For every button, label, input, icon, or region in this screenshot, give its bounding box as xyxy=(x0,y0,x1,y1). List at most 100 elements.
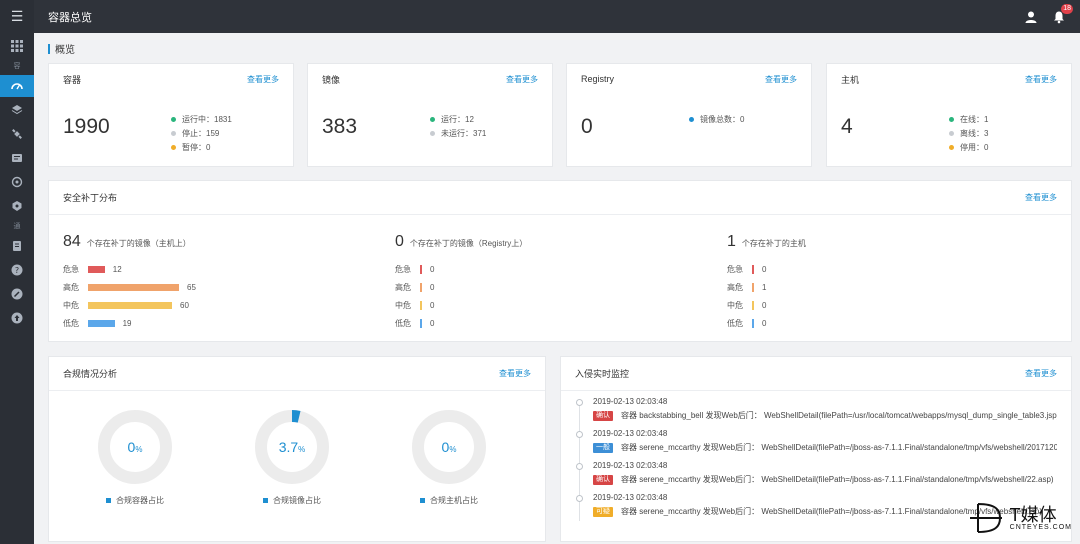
patch-column-registry: 0 个存在补丁的镜像（Registry上） 危急 0 高危 0 中危 0 低危 0 xyxy=(395,233,695,332)
sidebar-item-help[interactable]: ? xyxy=(0,259,34,281)
severity-label: 中危 xyxy=(63,300,79,310)
severity-label: 危急 xyxy=(727,264,743,274)
timeline-event[interactable]: 2019-02-13 02:03:48 一般 容器 serene_mccarthy … xyxy=(575,429,1057,461)
legend-swatch xyxy=(263,498,268,503)
timeline-dot xyxy=(576,399,583,406)
severity-bar xyxy=(420,300,422,310)
sidebar-item-layers[interactable] xyxy=(0,99,34,121)
status-dot xyxy=(689,116,694,122)
stat-list: 运行：12 未运行：371 xyxy=(430,112,486,140)
sidebar-section-label: 通 xyxy=(13,223,21,230)
menu-toggle-icon[interactable]: ☰ xyxy=(0,0,34,33)
view-more-link[interactable]: 查看更多 xyxy=(1025,192,1057,203)
severity-label: 低危 xyxy=(727,318,743,328)
sidebar-item-report[interactable] xyxy=(0,147,34,169)
watermark: T媒体 CNTEYES.COM xyxy=(968,500,1072,536)
stat-label: 暂停：0 xyxy=(182,142,211,152)
sidebar-item-document[interactable] xyxy=(0,235,34,257)
stat-label: 未运行：371 xyxy=(441,128,487,138)
view-more-link[interactable]: 查看更多 xyxy=(506,74,538,85)
help-icon: ? xyxy=(11,264,23,276)
event-message-row: 确认 容器 serene_mccarthy 发现Web后门： WebShellDe… xyxy=(593,474,1057,485)
timeline-event[interactable]: 2019-02-13 02:03:48 确认 容器 backstabbing_bel… xyxy=(575,397,1057,429)
status-dot xyxy=(949,130,954,136)
card-title: Registry xyxy=(581,74,615,84)
donut-value-unit: % xyxy=(298,445,305,454)
patch-row: 低危 19 xyxy=(63,314,363,332)
view-more-link[interactable]: 查看更多 xyxy=(499,368,531,379)
status-dot xyxy=(171,144,176,150)
patch-total: 0 xyxy=(395,233,404,250)
sidebar-item-scan[interactable] xyxy=(0,171,34,193)
notification-bell[interactable]: 18 xyxy=(1052,3,1073,24)
severity-label: 高危 xyxy=(727,282,743,292)
patch-total: 84 xyxy=(63,233,81,250)
event-message: 容器 serene_mccarthy 发现Web后门： WebShellDeta… xyxy=(621,475,1054,484)
view-more-link[interactable]: 查看更多 xyxy=(247,74,279,85)
view-more-link[interactable]: 查看更多 xyxy=(1025,74,1057,85)
stat-list: 镜像总数：0 xyxy=(689,112,744,126)
card-value: 4 xyxy=(841,115,853,138)
card-title: 主机 xyxy=(841,74,860,85)
sidebar-item-dashboard[interactable] xyxy=(0,75,34,97)
event-message-row: 确认 容器 backstabbing_bell 发现Web后门： WebShell… xyxy=(593,410,1057,421)
stat-label: 在线：1 xyxy=(960,114,989,124)
view-more-link[interactable]: 查看更多 xyxy=(765,74,797,85)
stat-list: 运行中：1831 停止：159 暂停：0 xyxy=(171,112,232,154)
patch-row: 中危 60 xyxy=(63,296,363,314)
patch-column-images-hosts: 84 个存在补丁的镜像（主机上） 危急 12 高危 65 中危 60 低危 19 xyxy=(63,233,363,332)
donut-chart: 3.7% xyxy=(255,410,329,484)
severity-tag: 确认 xyxy=(593,410,613,421)
donut-host-compliance: 0% 合规主机占比 xyxy=(409,409,489,506)
view-more-link[interactable]: 查看更多 xyxy=(1025,368,1057,379)
severity-count: 65 xyxy=(187,282,196,292)
donut-value-unit: % xyxy=(449,445,456,454)
patch-description: 个存在补丁的镜像（主机上） xyxy=(86,239,191,248)
severity-count: 0 xyxy=(430,264,435,274)
card-title: 镜像 xyxy=(322,74,341,85)
donut-label-text: 合规主机占比 xyxy=(430,496,478,505)
event-message-row: 一般 容器 serene_mccarthy 发现Web后门： WebShellDe… xyxy=(593,442,1057,453)
user-icon[interactable] xyxy=(1024,10,1038,24)
event-time: 2019-02-13 02:03:48 xyxy=(593,397,668,406)
severity-label: 危急 xyxy=(63,264,79,274)
patch-distribution-panel: 安全补丁分布 查看更多 84 个存在补丁的镜像（主机上） 危急 12 高危 65 中危 60 低… xyxy=(48,180,1072,342)
severity-label: 低危 xyxy=(63,318,79,328)
sidebar: ☰ 容 通 ? xyxy=(0,0,34,544)
sidebar-item-shield[interactable] xyxy=(0,195,34,217)
card-value: 383 xyxy=(322,115,358,138)
severity-bar xyxy=(420,264,422,274)
stat-label: 停用：0 xyxy=(960,142,989,152)
patch-row: 危急 0 xyxy=(395,260,695,278)
sidebar-item-upload[interactable] xyxy=(0,307,34,329)
stat-label: 离线：3 xyxy=(960,128,989,138)
stat-label: 运行：12 xyxy=(441,114,474,124)
patch-row: 高危 1 xyxy=(727,278,1027,296)
report-icon xyxy=(12,154,22,162)
status-dot xyxy=(171,116,176,122)
severity-count: 0 xyxy=(430,282,435,292)
donut-value: 3.7% xyxy=(279,439,306,455)
severity-label: 高危 xyxy=(395,282,411,292)
donut-legend: 合规主机占比 xyxy=(409,495,489,506)
donut-image-compliance: 3.7% 合规镜像占比 xyxy=(252,409,332,506)
patch-row: 低危 0 xyxy=(727,314,1027,332)
patch-column-hosts: 1 个存在补丁的主机 危急 0 高危 1 中危 0 低危 0 xyxy=(727,233,1027,332)
patch-row: 中危 0 xyxy=(727,296,1027,314)
severity-count: 1 xyxy=(762,282,767,292)
patch-description: 个存在补丁的镜像（Registry上） xyxy=(409,239,528,248)
event-time: 2019-02-13 02:03:48 xyxy=(593,461,668,470)
patch-row: 低危 0 xyxy=(395,314,695,332)
stat-label: 停止：159 xyxy=(182,128,220,138)
apps-grid-icon[interactable] xyxy=(0,35,34,57)
main-content: 概览 容器 查看更多 1990 运行中：1831 停止：159 暂停：0 镜像 查看… xyxy=(34,33,1080,544)
watermark-logo xyxy=(969,503,1002,533)
timeline-event[interactable]: 2019-02-13 02:03:48 确认 容器 serene_mccarthy … xyxy=(575,461,1057,493)
sidebar-item-tools[interactable] xyxy=(0,283,34,305)
donut-legend: 合规镜像占比 xyxy=(252,495,332,506)
donut-label-text: 合规容器占比 xyxy=(116,496,164,505)
layers-icon xyxy=(11,105,23,115)
overview-heading: 概览 xyxy=(48,41,75,56)
sidebar-item-satellite[interactable] xyxy=(0,123,34,145)
svg-text:?: ? xyxy=(15,266,19,275)
